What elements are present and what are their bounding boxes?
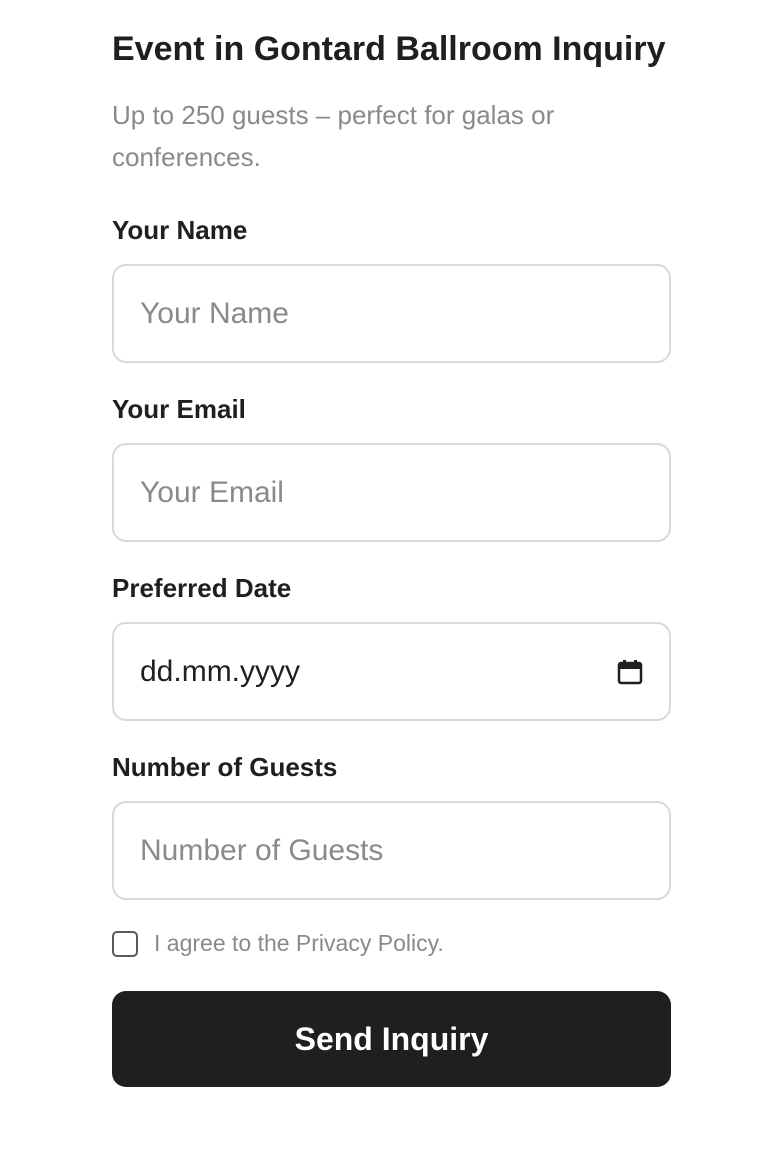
guests-input[interactable]: Number of Guests [112, 801, 671, 900]
form-subtitle: Up to 250 guests – perfect for galas or … [112, 100, 555, 172]
date-input[interactable]: dd.mm.yyyy [112, 622, 671, 721]
calendar-icon[interactable] [617, 659, 643, 685]
date-label: Preferred Date [112, 573, 292, 603]
guests-label: Number of Guests [112, 752, 338, 782]
inquiry-form: Event in Gontard Ballroom Inquiry Up to … [112, 22, 671, 1087]
date-input-value: dd.mm.yyyy [140, 654, 301, 688]
privacy-consent: I agree to the Privacy Policy. [112, 930, 671, 957]
email-input[interactable]: Your Email [112, 443, 671, 542]
name-input[interactable]: Your Name [112, 264, 671, 363]
send-inquiry-button[interactable]: Send Inquiry [112, 991, 671, 1087]
email-label: Your Email [112, 394, 246, 424]
privacy-consent-label: I agree to the Privacy Policy. [154, 930, 444, 956]
inquiry-page: Event in Gontard Ballroom Inquiry Up to … [0, 0, 781, 1163]
name-label: Your Name [112, 215, 248, 245]
form-title: Event in Gontard Ballroom Inquiry [112, 30, 666, 68]
privacy-checkbox[interactable] [112, 930, 138, 957]
